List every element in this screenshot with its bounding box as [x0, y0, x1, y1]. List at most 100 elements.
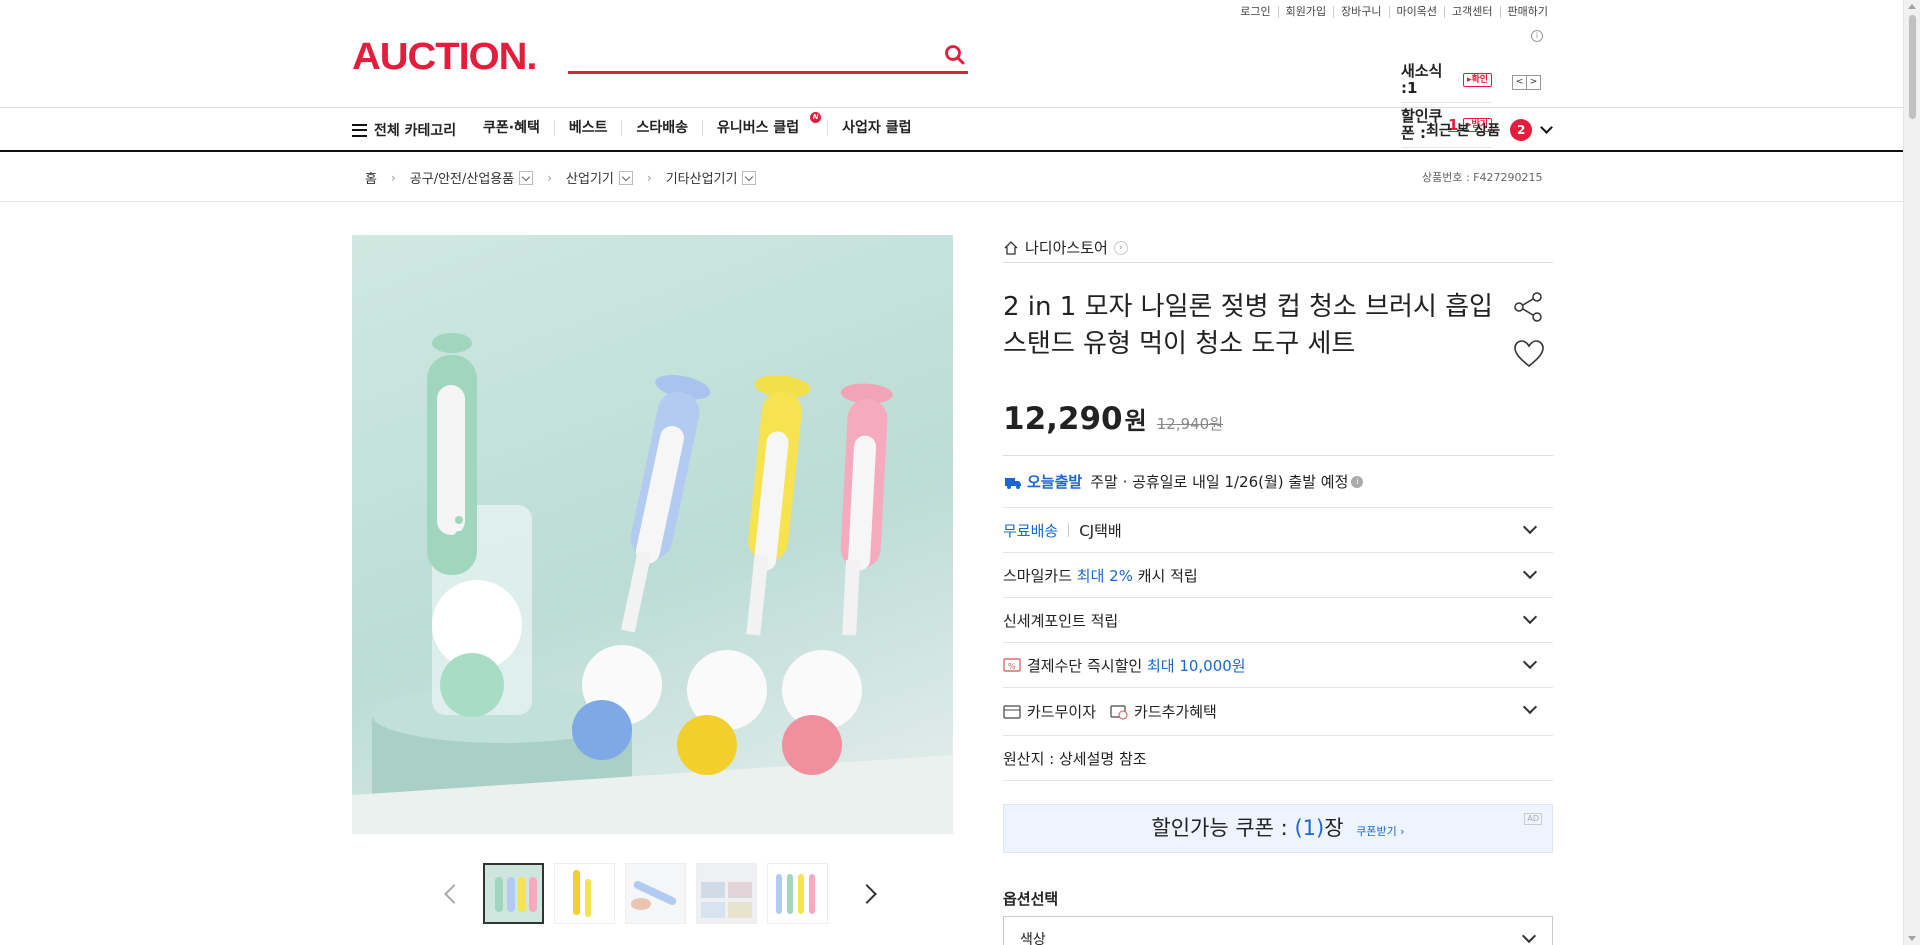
product-info-panel: 나디아스토어 › 2 in 1 모자 나일론 젖병 컵 청소 브러시 흡입 스탠…: [1003, 233, 1553, 945]
pay-discount-label: 결제수단 즉시할인: [1027, 656, 1143, 675]
customer-center-link[interactable]: 고객센터: [1444, 6, 1499, 18]
dropdown-icon[interactable]: [742, 170, 757, 185]
ssg-point-row[interactable]: 신세계포인트 적립: [1003, 598, 1553, 643]
coupon-banner[interactable]: 할인가능 쿠폰 : (1)장 쿠폰받기 › AD: [1003, 804, 1553, 853]
store-name: 나디아스토어: [1025, 239, 1108, 257]
ssg-point-label: 신세계포인트 적립: [1003, 611, 1119, 630]
today-ship-label: 오늘출발: [1027, 473, 1083, 491]
dropdown-icon[interactable]: [618, 170, 633, 185]
card-benefit-row[interactable]: 카드무이자 카드추가혜택: [1003, 688, 1553, 736]
card-extra-label: 카드추가혜택: [1134, 703, 1217, 721]
my-auction-link[interactable]: 마이옥션: [1388, 6, 1444, 18]
thumbnail-4[interactable]: [696, 863, 757, 924]
chevron-right-icon: ›: [1113, 240, 1128, 255]
card-plus-icon: [1110, 704, 1128, 719]
shipping-row[interactable]: 무료배송 CJ택배: [1003, 508, 1553, 553]
thumbnail-3[interactable]: [625, 863, 686, 924]
origin-row: 원산지 : 상세설명 참조: [1003, 736, 1553, 781]
page: 로그인 회원가입 장바구니 마이옥션 고객센터 판매하기 i AUCTION. …: [0, 0, 1920, 945]
search-input[interactable]: [568, 38, 928, 68]
card-no-interest-label: 카드무이자: [1027, 703, 1097, 721]
newsletter-label: 새소식 :1: [1401, 62, 1443, 97]
chevron-down-icon: [1522, 519, 1538, 535]
scroll-thumb[interactable]: [1908, 14, 1917, 120]
today-ship-row: 오늘출발 주말 · 공휴일로 내일 1/26(월) 출발 예정 i: [1003, 456, 1553, 508]
option-title: 옵션선택: [1003, 890, 1059, 908]
thumbnail-5[interactable]: [767, 863, 828, 924]
scroll-down-icon[interactable]: [1908, 936, 1916, 941]
chevron-down-icon: [1522, 654, 1538, 670]
thumbnail-1[interactable]: [483, 863, 544, 924]
nav-item-universe-club[interactable]: 유니버스 클럽 N: [702, 112, 827, 136]
ad-badge: AD: [1524, 813, 1542, 825]
color-option-select[interactable]: 색상: [1003, 916, 1553, 945]
nav-item-business-club[interactable]: 사업자 클럽: [827, 120, 925, 136]
smile-card-max: 최대 2%: [1076, 566, 1133, 585]
nav-items: 쿠폰·혜택 베스트 스타배송 유니버스 클럽 N 사업자 클럽: [483, 112, 925, 136]
coupon-get-link[interactable]: 쿠폰받기 ›: [1356, 825, 1404, 838]
smile-card-row[interactable]: 스마일카드 최대 2% 캐시 적립: [1003, 553, 1553, 598]
coupon-text: 할인가능 쿠폰 :: [1151, 816, 1295, 840]
next-arrow-icon[interactable]: >: [1526, 75, 1541, 90]
smile-card-cash: 캐시 적립: [1137, 566, 1198, 585]
chevron-down-icon: [1522, 609, 1538, 625]
hamburger-icon: [352, 123, 367, 137]
sell-link[interactable]: 판매하기: [1499, 6, 1555, 18]
breadcrumb: 홈 › 공구/안전/산업용품 › 산업기기 › 기타산업기기 상품번호 : F4…: [0, 152, 1903, 202]
today-ship-text: 주말 · 공휴일로 내일 1/26(월) 출발 예정: [1090, 473, 1349, 491]
card-icon: [1003, 704, 1021, 719]
free-shipping-label: 무료배송: [1003, 521, 1059, 540]
chevron-right-icon: ›: [646, 170, 652, 185]
info-icon[interactable]: i: [1351, 475, 1364, 488]
price-unit: 원: [1124, 407, 1147, 435]
recent-products-button[interactable]: 최근 본 상품 2: [1426, 119, 1554, 141]
search-bar: [568, 38, 968, 74]
pay-discount-max: 최대 10,000원: [1146, 656, 1246, 675]
dropdown-icon[interactable]: [519, 170, 534, 185]
color-option-label: 색상: [1020, 932, 1046, 945]
nav-item-star-delivery[interactable]: 스타배송: [621, 120, 702, 136]
nav-item-coupon[interactable]: 쿠폰·혜택: [483, 120, 554, 136]
info-icon[interactable]: i: [1531, 30, 1543, 42]
breadcrumb-level-2[interactable]: 산업기기: [566, 168, 614, 187]
all-category-label: 전체 카테고리: [374, 123, 457, 139]
cart-link[interactable]: 장바구니: [1333, 6, 1388, 18]
home-icon: [1004, 240, 1018, 255]
search-icon[interactable]: [944, 44, 966, 66]
pay-discount-row[interactable]: % 결제수단 즉시할인 최대 10,000원: [1003, 643, 1553, 688]
origin-label: 원산지 : 상세설명 참조: [1003, 749, 1147, 768]
thumb-next-icon[interactable]: [857, 883, 877, 904]
product-main-image[interactable]: [352, 235, 953, 834]
auction-logo[interactable]: AUCTION.: [352, 36, 537, 79]
truck-icon: [1005, 477, 1021, 489]
breadcrumb-home[interactable]: 홈: [365, 168, 377, 187]
newsletter-count: 1: [1407, 79, 1418, 97]
coupon-unit: 장: [1324, 816, 1344, 840]
breadcrumb-level-1[interactable]: 공구/안전/산업용품: [410, 168, 514, 187]
prev-arrow-icon[interactable]: <: [1512, 75, 1527, 90]
scroll-up-icon[interactable]: [1908, 4, 1916, 9]
chevron-right-icon: ›: [547, 170, 553, 185]
thumbnail-2[interactable]: [554, 863, 615, 924]
signup-link[interactable]: 회원가입: [1277, 6, 1333, 18]
coupon-available-count: (1): [1294, 816, 1325, 840]
page-scrollbar[interactable]: [1903, 0, 1920, 945]
mini-pager: < >: [1512, 75, 1541, 90]
discount-card-icon: %: [1003, 658, 1021, 672]
recent-label: 최근 본 상품: [1426, 123, 1501, 139]
product-number: 상품번호 : F427290215: [1422, 171, 1543, 184]
share-icon[interactable]: [1513, 291, 1543, 323]
chevron-down-icon: [1522, 699, 1538, 715]
utility-links: 로그인 회원가입 장바구니 마이옥션 고객센터 판매하기: [1233, 6, 1555, 18]
thumb-prev-icon[interactable]: [444, 883, 464, 904]
newsletter-confirm-button[interactable]: ▸확인: [1463, 73, 1493, 87]
price-block: 12,290 원 12,940원: [1003, 401, 1223, 437]
chevron-right-icon: ›: [390, 170, 396, 185]
breadcrumb-level-3[interactable]: 기타산업기기: [666, 168, 738, 187]
courier-label: CJ택배: [1079, 521, 1122, 540]
store-link[interactable]: 나디아스토어 ›: [1003, 233, 1553, 263]
all-category-button[interactable]: 전체 카테고리: [352, 120, 456, 140]
heart-icon[interactable]: [1513, 339, 1545, 369]
login-link[interactable]: 로그인: [1233, 6, 1277, 18]
nav-item-best[interactable]: 베스트: [553, 120, 622, 136]
